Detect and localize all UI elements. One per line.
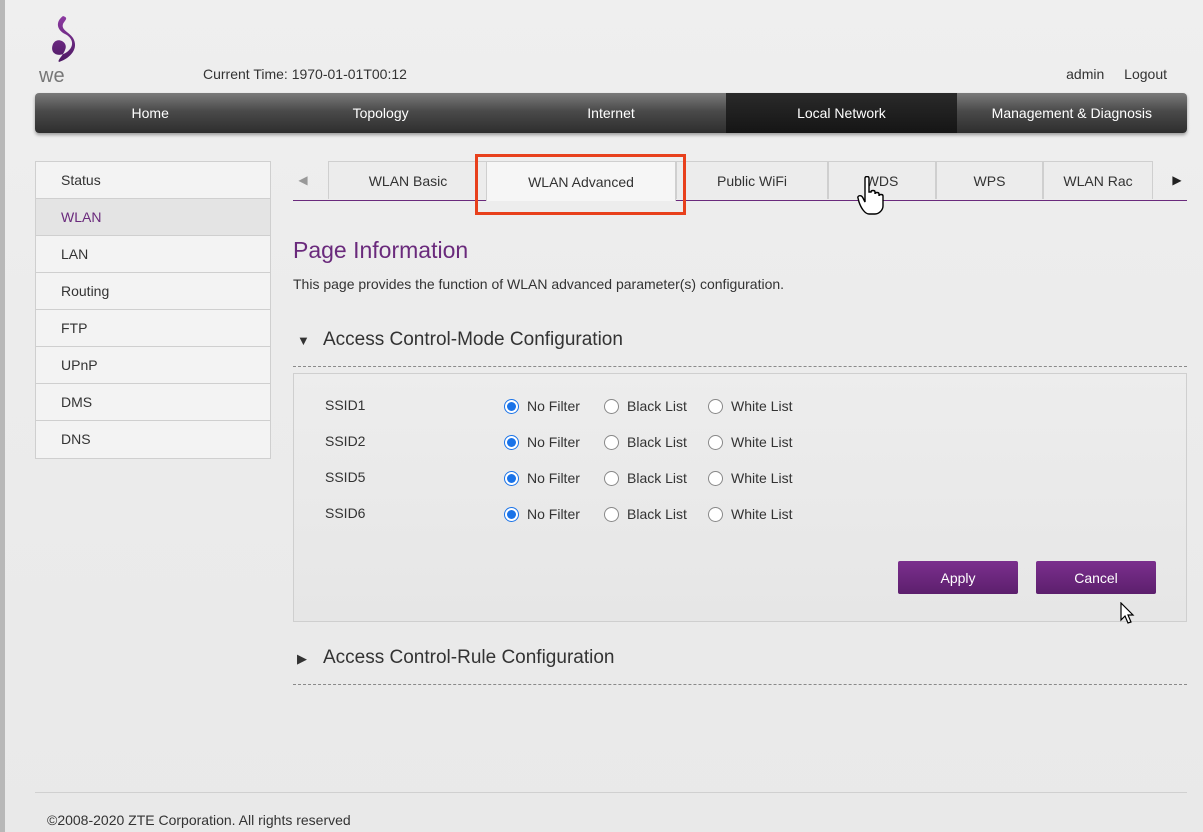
radio-icon[interactable] bbox=[708, 470, 723, 486]
ssid6-no-filter-option[interactable]: No Filter bbox=[504, 502, 580, 526]
copyright-text: ©2008-2020 ZTE Corporation. All rights r… bbox=[47, 812, 351, 828]
logout-link[interactable]: Logout bbox=[1124, 66, 1167, 82]
we-logo: we bbox=[35, 14, 95, 87]
tab-public-wifi[interactable]: Public WiFi bbox=[676, 161, 828, 199]
nav-management-diagnosis[interactable]: Management & Diagnosis bbox=[957, 93, 1187, 133]
tab-wps[interactable]: WPS bbox=[936, 161, 1043, 199]
ssid2-no-filter-option[interactable]: No Filter bbox=[504, 430, 580, 454]
radio-icon[interactable] bbox=[708, 398, 723, 414]
radio-icon[interactable] bbox=[604, 506, 619, 522]
radio-checked-icon[interactable] bbox=[504, 434, 519, 450]
sidebar: Status WLAN LAN Routing FTP UPnP DMS DNS bbox=[35, 161, 271, 459]
ssid-label: SSID6 bbox=[325, 505, 366, 521]
option-label: Black List bbox=[627, 434, 687, 450]
page-title: Page Information bbox=[293, 237, 469, 263]
ssid-row: SSID2 No Filter Black List White List bbox=[294, 430, 1186, 454]
ssid2-black-list-option[interactable]: Black List bbox=[604, 430, 687, 454]
section-access-control-mode[interactable]: ▼ Access Control-Mode Configuration bbox=[293, 329, 1187, 367]
radio-checked-icon[interactable] bbox=[504, 398, 519, 414]
admin-link[interactable]: admin bbox=[1066, 66, 1104, 82]
option-label: White List bbox=[731, 506, 793, 522]
option-label: No Filter bbox=[527, 470, 580, 486]
ssid1-white-list-option[interactable]: White List bbox=[708, 394, 792, 418]
sidebar-item-status[interactable]: Status bbox=[36, 162, 270, 199]
tab-scroll-left-icon[interactable]: ◀ bbox=[293, 161, 313, 199]
sidebar-item-dns[interactable]: DNS bbox=[36, 421, 270, 458]
option-label: White List bbox=[731, 434, 793, 450]
tab-wlan-advanced[interactable]: WLAN Advanced bbox=[486, 161, 676, 201]
option-label: No Filter bbox=[527, 506, 580, 522]
sidebar-item-wlan[interactable]: WLAN bbox=[36, 199, 270, 236]
nav-topology[interactable]: Topology bbox=[265, 93, 495, 133]
current-time: Current Time: 1970-01-01T00:12 bbox=[203, 66, 407, 82]
expand-right-icon: ▶ bbox=[297, 651, 307, 666]
radio-checked-icon[interactable] bbox=[504, 506, 519, 522]
section-rule-title: Access Control-Rule Configuration bbox=[323, 647, 615, 668]
sidebar-item-routing[interactable]: Routing bbox=[36, 273, 270, 310]
tab-bar: ◀ WLAN Basic WLAN Advanced Public WiFi W… bbox=[293, 161, 1187, 201]
current-time-label: Current Time: bbox=[203, 66, 288, 82]
page-description: This page provides the function of WLAN … bbox=[293, 276, 785, 292]
option-label: White List bbox=[731, 398, 793, 414]
nav-home[interactable]: Home bbox=[35, 93, 265, 133]
main-nav: Home Topology Internet Local Network Man… bbox=[35, 93, 1187, 133]
option-label: No Filter bbox=[527, 434, 580, 450]
ssid-label: SSID1 bbox=[325, 397, 366, 413]
tab-wds[interactable]: WDS bbox=[828, 161, 936, 199]
radio-icon[interactable] bbox=[604, 398, 619, 414]
radio-icon[interactable] bbox=[604, 434, 619, 450]
ssid5-white-list-option[interactable]: White List bbox=[708, 466, 792, 490]
we-logo-image: we bbox=[38, 16, 76, 87]
top-links: admin Logout bbox=[1050, 66, 1167, 82]
radio-icon[interactable] bbox=[708, 434, 723, 450]
sidebar-item-ftp[interactable]: FTP bbox=[36, 310, 270, 347]
section-mode-title: Access Control-Mode Configuration bbox=[323, 329, 623, 350]
option-label: White List bbox=[731, 470, 793, 486]
ssid-row: SSID1 No Filter Black List White List bbox=[294, 394, 1186, 418]
current-time-value: 1970-01-01T00:12 bbox=[291, 66, 407, 82]
tab-wlan-basic[interactable]: WLAN Basic bbox=[328, 161, 488, 199]
sidebar-item-dms[interactable]: DMS bbox=[36, 384, 270, 421]
ssid-row: SSID5 No Filter Black List White List bbox=[294, 466, 1186, 490]
nav-local-network[interactable]: Local Network bbox=[726, 93, 957, 133]
ssid5-black-list-option[interactable]: Black List bbox=[604, 466, 687, 490]
ssid1-black-list-option[interactable]: Black List bbox=[604, 394, 687, 418]
option-label: Black List bbox=[627, 398, 687, 414]
ssid6-white-list-option[interactable]: White List bbox=[708, 502, 792, 526]
nav-internet[interactable]: Internet bbox=[496, 93, 726, 133]
radio-icon[interactable] bbox=[604, 470, 619, 486]
option-label: Black List bbox=[627, 470, 687, 486]
tab-wlan-radio[interactable]: WLAN Rac bbox=[1043, 161, 1153, 199]
sidebar-item-lan[interactable]: LAN bbox=[36, 236, 270, 273]
ssid2-white-list-option[interactable]: White List bbox=[708, 430, 792, 454]
svg-text:we: we bbox=[38, 65, 65, 86]
ssid-row: SSID6 No Filter Black List White List bbox=[294, 502, 1186, 526]
apply-button[interactable]: Apply bbox=[898, 561, 1018, 594]
ssid5-no-filter-option[interactable]: No Filter bbox=[504, 466, 580, 490]
sidebar-item-upnp[interactable]: UPnP bbox=[36, 347, 270, 384]
tab-scroll-right-icon[interactable]: ▶ bbox=[1167, 161, 1187, 199]
option-label: Black List bbox=[627, 506, 687, 522]
ssid-label: SSID5 bbox=[325, 469, 366, 485]
cancel-button[interactable]: Cancel bbox=[1036, 561, 1156, 594]
footer: ©2008-2020 ZTE Corporation. All rights r… bbox=[35, 792, 1187, 832]
section-access-control-rule[interactable]: ▶ Access Control-Rule Configuration bbox=[293, 647, 1187, 685]
collapse-down-icon: ▼ bbox=[297, 333, 310, 348]
ssid1-no-filter-option[interactable]: No Filter bbox=[504, 394, 580, 418]
option-label: No Filter bbox=[527, 398, 580, 414]
ssid6-black-list-option[interactable]: Black List bbox=[604, 502, 687, 526]
radio-checked-icon[interactable] bbox=[504, 470, 519, 486]
ssid-label: SSID2 bbox=[325, 433, 366, 449]
radio-icon[interactable] bbox=[708, 506, 723, 522]
access-control-mode-panel: SSID1 No Filter Black List White List SS… bbox=[293, 373, 1187, 622]
